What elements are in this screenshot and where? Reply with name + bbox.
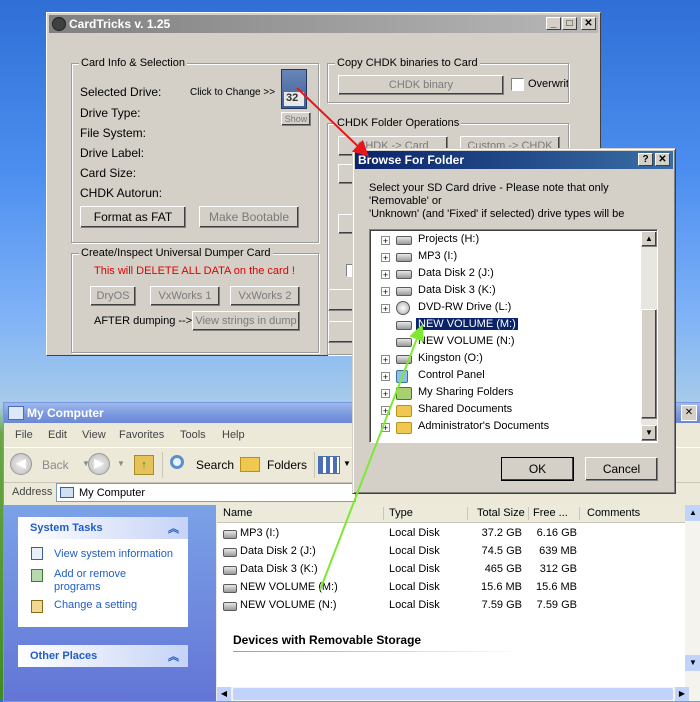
red-arrow <box>296 87 369 157</box>
annotation-arrows <box>296 87 425 591</box>
green-arrow <box>319 324 425 591</box>
